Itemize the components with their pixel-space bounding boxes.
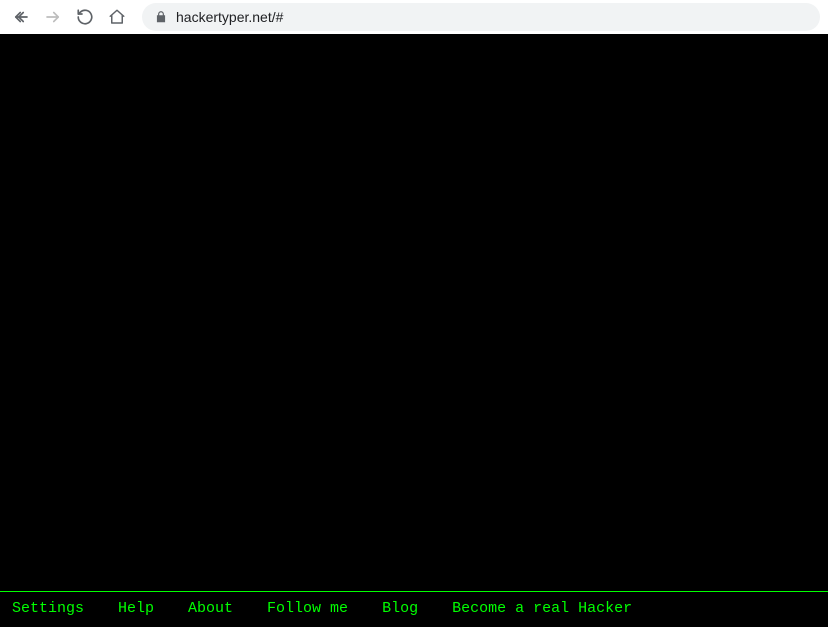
terminal-area[interactable] [0,34,828,591]
footer-link-help[interactable]: Help [118,600,154,617]
lock-icon [154,10,168,24]
back-arrow-wrap[interactable] [8,4,34,30]
footer-nav: Settings Help About Follow me Blog Becom… [0,591,828,627]
footer-link-follow[interactable]: Follow me [267,600,348,617]
address-bar[interactable]: hackertyper.net/# [142,3,820,31]
footer-link-become[interactable]: Become a real Hacker [452,600,632,617]
footer-link-blog[interactable]: Blog [382,600,418,617]
browser-toolbar: hackertyper.net/# [0,0,828,34]
footer-link-settings[interactable]: Settings [12,600,84,617]
page-body: Settings Help About Follow me Blog Becom… [0,34,828,627]
home-button[interactable] [104,4,130,30]
forward-button[interactable] [40,4,66,30]
footer-link-about[interactable]: About [188,600,233,617]
reload-button[interactable] [72,4,98,30]
url-text: hackertyper.net/# [176,9,283,25]
